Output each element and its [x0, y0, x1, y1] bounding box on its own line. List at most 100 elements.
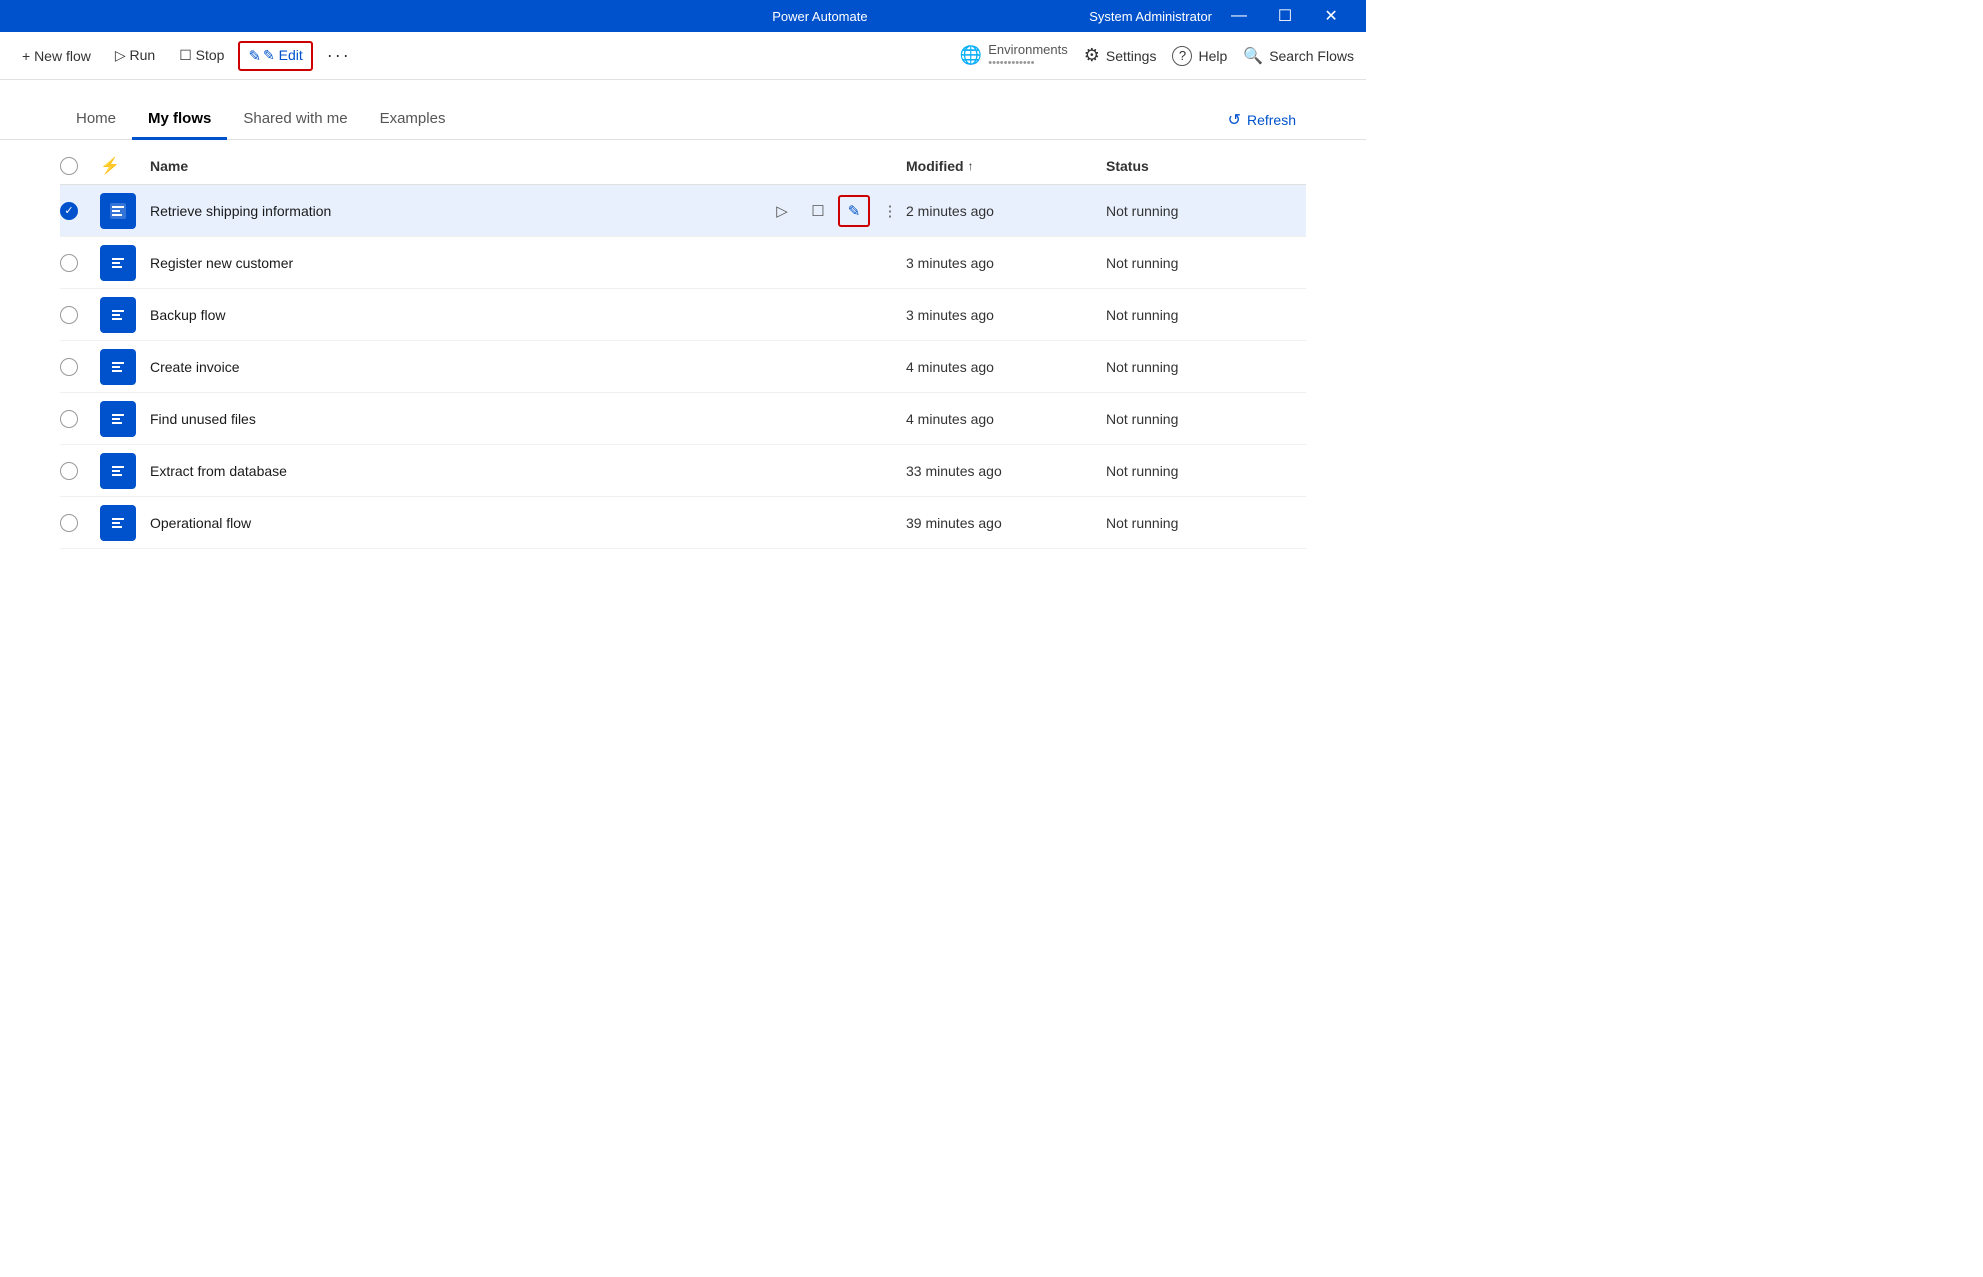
row-checkbox[interactable]: [60, 306, 100, 324]
more-button[interactable]: ···: [317, 39, 361, 72]
settings-item[interactable]: ⚙ Settings: [1084, 45, 1157, 66]
row-select-radio[interactable]: [60, 254, 78, 272]
table-row[interactable]: Extract from database 33 minutes ago Not…: [60, 445, 1306, 497]
row-select-radio[interactable]: [60, 358, 78, 376]
row-select-radio[interactable]: [60, 462, 78, 480]
flow-type-icon: [100, 453, 136, 489]
flows-table: ⚡ Name Modified ↑ Status ✓: [0, 148, 1366, 549]
flow-name: Find unused files: [150, 411, 906, 427]
tab-shared-with-me[interactable]: Shared with me: [227, 100, 363, 140]
flow-icon-cell: [100, 401, 150, 437]
flow-name: Create invoice: [150, 359, 906, 375]
refresh-button[interactable]: ↺ Refresh: [1218, 104, 1306, 136]
flow-icon-cell: [100, 453, 150, 489]
settings-gear-icon: ⚙: [1084, 45, 1100, 66]
table-row[interactable]: Register new customer 3 minutes ago Not …: [60, 237, 1306, 289]
help-item[interactable]: ? Help: [1172, 46, 1227, 66]
row-copy-button[interactable]: ☐: [802, 195, 834, 227]
flow-type-icon: [100, 505, 136, 541]
row-run-button[interactable]: ▷: [766, 195, 798, 227]
row-status: Not running: [1106, 203, 1306, 219]
edit-label: ✎ Edit: [263, 47, 303, 64]
header-checkbox[interactable]: [60, 157, 100, 175]
environments-item[interactable]: 🌐 Environments ••••••••••••: [960, 42, 1068, 69]
flow-icon-cell: [100, 297, 150, 333]
row-select-radio[interactable]: [60, 514, 78, 532]
row-modified: 3 minutes ago: [906, 255, 1106, 271]
flow-type-icon: [100, 193, 136, 229]
header-name[interactable]: Name: [150, 158, 906, 174]
run-button[interactable]: ▷ Run: [105, 41, 165, 70]
flow-type-icon: [100, 401, 136, 437]
header-status: Status: [1106, 158, 1306, 174]
row-checkbox[interactable]: ✓: [60, 202, 100, 220]
new-flow-button[interactable]: + New flow: [12, 42, 101, 70]
search-label: Search Flows: [1269, 48, 1354, 64]
environments-label: Environments: [988, 42, 1067, 57]
select-all-radio[interactable]: [60, 157, 78, 175]
header-modified[interactable]: Modified ↑: [906, 158, 1106, 174]
edit-button[interactable]: ✎ ✎ Edit: [238, 41, 312, 71]
row-checkbox[interactable]: [60, 514, 100, 532]
row-checkbox[interactable]: [60, 462, 100, 480]
minimize-button[interactable]: —: [1216, 0, 1262, 32]
table-header: ⚡ Name Modified ↑ Status: [60, 148, 1306, 185]
tab-my-flows[interactable]: My flows: [132, 100, 227, 140]
flow-icon-cell: [100, 193, 150, 229]
row-name-actions: Backup flow: [150, 307, 906, 323]
tab-examples[interactable]: Examples: [364, 100, 462, 140]
toolbar: + New flow ▷ Run ☐ Stop ✎ ✎ Edit ··· 🌐 E…: [0, 32, 1366, 80]
modified-label: Modified: [906, 158, 964, 174]
row-more-button[interactable]: ⋮: [874, 195, 906, 227]
row-select-radio[interactable]: [60, 306, 78, 324]
table-row[interactable]: ✓ Retrieve shipping information ▷ ☐ ✎ ⋮ …: [60, 185, 1306, 237]
row-modified: 3 minutes ago: [906, 307, 1106, 323]
stop-button[interactable]: ☐ Stop: [169, 41, 234, 70]
header-icon-col: ⚡: [100, 156, 150, 176]
close-button[interactable]: ✕: [1308, 0, 1354, 32]
search-item[interactable]: 🔍 Search Flows: [1243, 46, 1354, 66]
flow-icon-cell: [100, 349, 150, 385]
flow-name: Extract from database: [150, 463, 906, 479]
title-bar-right: System Administrator — ☐ ✕: [1089, 0, 1354, 32]
refresh-icon: ↺: [1228, 110, 1241, 130]
flow-name: Operational flow: [150, 515, 906, 531]
help-question-icon: ?: [1172, 46, 1192, 66]
maximize-button[interactable]: ☐: [1262, 0, 1308, 32]
row-select-radio[interactable]: ✓: [60, 202, 78, 220]
app-title: Power Automate: [551, 9, 1090, 24]
row-name-actions: Extract from database: [150, 463, 906, 479]
environments-sub: ••••••••••••: [988, 57, 1067, 69]
row-checkbox[interactable]: [60, 410, 100, 428]
row-modified: 4 minutes ago: [906, 411, 1106, 427]
flow-type-icon: [100, 245, 136, 281]
row-checkbox[interactable]: [60, 254, 100, 272]
table-row[interactable]: Create invoice 4 minutes ago Not running: [60, 341, 1306, 393]
row-actions: ▷ ☐ ✎ ⋮: [766, 195, 906, 227]
row-status: Not running: [1106, 411, 1306, 427]
help-label: Help: [1198, 48, 1227, 64]
row-edit-button[interactable]: ✎: [838, 195, 870, 227]
tab-home[interactable]: Home: [60, 100, 132, 140]
row-status: Not running: [1106, 463, 1306, 479]
flow-type-icon: [100, 297, 136, 333]
title-bar-user: System Administrator: [1089, 9, 1212, 24]
table-row[interactable]: Find unused files 4 minutes ago Not runn…: [60, 393, 1306, 445]
flow-name: Backup flow: [150, 307, 906, 323]
title-bar: Power Automate System Administrator — ☐ …: [0, 0, 1366, 32]
row-modified: 33 minutes ago: [906, 463, 1106, 479]
row-status: Not running: [1106, 307, 1306, 323]
toolbar-left: + New flow ▷ Run ☐ Stop ✎ ✎ Edit ···: [12, 39, 960, 72]
row-modified: 39 minutes ago: [906, 515, 1106, 531]
status-label: Status: [1106, 158, 1149, 174]
flow-type-icon: ⚡: [100, 158, 120, 175]
flow-type-icon: [100, 349, 136, 385]
row-name-actions: Register new customer: [150, 255, 906, 271]
table-row[interactable]: Backup flow 3 minutes ago Not running: [60, 289, 1306, 341]
row-select-radio[interactable]: [60, 410, 78, 428]
flow-name: Register new customer: [150, 255, 906, 271]
row-modified: 4 minutes ago: [906, 359, 1106, 375]
toolbar-right: 🌐 Environments •••••••••••• ⚙ Settings ?…: [960, 42, 1354, 69]
row-checkbox[interactable]: [60, 358, 100, 376]
table-row[interactable]: Operational flow 39 minutes ago Not runn…: [60, 497, 1306, 549]
